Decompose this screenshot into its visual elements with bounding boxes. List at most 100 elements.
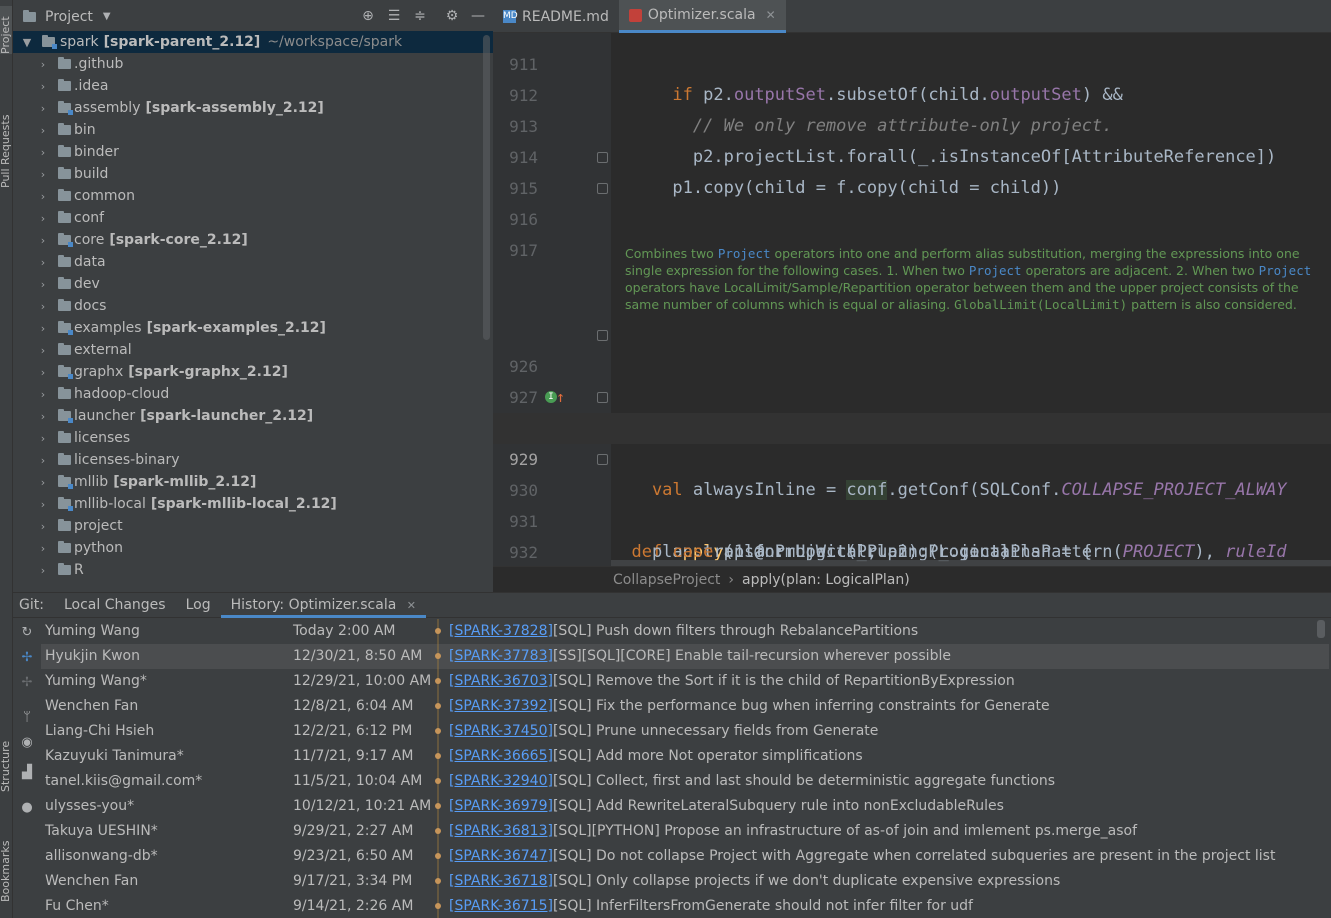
chevron-right-icon[interactable]: › (38, 344, 48, 357)
branch-icon[interactable]: ᛘ (19, 710, 35, 726)
tab-history[interactable]: History: Optimizer.scala ✕ (220, 593, 426, 618)
layout-icon[interactable]: ▟ (19, 765, 35, 781)
compare-icon[interactable]: ✢ (19, 675, 35, 691)
fold-marker-icon[interactable] (597, 152, 608, 163)
chevron-right-icon[interactable]: › (38, 212, 48, 225)
issue-link[interactable]: [SPARK-36718] (449, 873, 553, 889)
chevron-right-icon[interactable]: › (38, 300, 48, 313)
history-row[interactable]: Yuming Wang Today 2:00 AM [SPARK-37828][SQ… (41, 619, 1329, 644)
project-tool-tab[interactable]: Project (0, 6, 12, 54)
locate-icon[interactable]: ⊕ (359, 7, 377, 25)
tree-item[interactable]: › common (13, 185, 493, 207)
close-icon[interactable]: ✕ (766, 8, 776, 22)
project-scrollbar[interactable] (483, 35, 490, 340)
tree-item[interactable]: › conf (13, 207, 493, 229)
tree-item[interactable]: › assembly [spark-assembly_2.12] (13, 97, 493, 119)
tree-item[interactable]: › project (13, 515, 493, 537)
chevron-right-icon[interactable]: › (38, 80, 48, 93)
tab-readme[interactable]: MD README.md (493, 0, 619, 33)
tree-item[interactable]: › .github (13, 53, 493, 75)
chevron-down-icon[interactable]: ▼ (22, 36, 32, 49)
tree-item[interactable]: › mllib-local [spark-mllib-local_2.12] (13, 493, 493, 515)
history-row[interactable]: tanel.kiis@gmail.com* 11/5/21, 10:04 AM [S… (41, 769, 1329, 794)
tree-item[interactable]: › external (13, 339, 493, 361)
chevron-right-icon[interactable]: › (38, 190, 48, 203)
tree-item[interactable]: › docs (13, 295, 493, 317)
chevron-right-icon[interactable]: › (38, 278, 48, 291)
issue-link[interactable]: [SPARK-36813] (449, 823, 553, 839)
issue-link[interactable]: [SPARK-37828] (449, 623, 553, 639)
tree-item[interactable]: › graphx [spark-graphx_2.12] (13, 361, 493, 383)
chevron-right-icon[interactable]: › (38, 388, 48, 401)
history-row[interactable]: allisonwang-db* 9/23/21, 6:50 AM [SPARK-36… (41, 844, 1329, 869)
fold-marker-icon[interactable] (597, 392, 608, 403)
chevron-right-icon[interactable]: › (38, 366, 48, 379)
tree-item[interactable]: › mllib [spark-mllib_2.12] (13, 471, 493, 493)
history-row[interactable]: Takuya UESHIN* 9/29/21, 2:27 AM [SPARK-368… (41, 819, 1329, 844)
chevron-right-icon[interactable]: › (38, 146, 48, 159)
issue-link[interactable]: [SPARK-37450] (449, 723, 553, 739)
tree-item[interactable]: › data (13, 251, 493, 273)
issue-link[interactable]: [SPARK-36665] (449, 748, 553, 764)
breadcrumb-item[interactable]: CollapseProject (613, 572, 720, 588)
chevron-right-icon[interactable]: › (38, 234, 48, 247)
chevron-right-icon[interactable]: › (38, 322, 48, 335)
tree-item[interactable]: › dev (13, 273, 493, 295)
tree-item[interactable]: › build (13, 163, 493, 185)
structure-tool-tab[interactable]: Structure (0, 730, 12, 792)
tree-item[interactable]: › licenses-binary (13, 449, 493, 471)
tree-item[interactable]: › .idea (13, 75, 493, 97)
bookmarks-tool-tab[interactable]: Bookmarks (0, 832, 12, 902)
tree-item[interactable]: › core [spark-core_2.12] (13, 229, 493, 251)
issue-link[interactable]: [SPARK-37392] (449, 698, 553, 714)
tree-item[interactable]: › bin (13, 119, 493, 141)
chevron-right-icon[interactable]: › (38, 168, 48, 181)
chevron-down-icon[interactable]: ▼ (103, 11, 111, 22)
project-view-selector[interactable]: Project (45, 9, 93, 25)
issue-link[interactable]: [SPARK-32940] (449, 773, 553, 789)
issue-link[interactable]: [SPARK-36715] (449, 898, 553, 914)
tree-item[interactable]: › python (13, 537, 493, 559)
tree-item[interactable]: › hadoop-cloud (13, 383, 493, 405)
chevron-right-icon[interactable]: › (38, 58, 48, 71)
chevron-right-icon[interactable]: › (38, 410, 48, 423)
issue-link[interactable]: [SPARK-36979] (449, 798, 553, 814)
fold-marker-icon[interactable] (597, 183, 608, 194)
history-row[interactable]: ulysses-you* 10/12/21, 10:21 AM [SPARK-369… (41, 794, 1329, 819)
tree-item[interactable]: › R (13, 559, 493, 581)
chevron-right-icon[interactable]: › (38, 542, 48, 555)
chevron-right-icon[interactable]: › (38, 124, 48, 137)
github-icon[interactable]: ● (19, 800, 35, 816)
tree-item[interactable]: › examples [spark-examples_2.12] (13, 317, 493, 339)
pull-requests-tool-tab[interactable]: Pull Requests (0, 92, 12, 188)
tree-item[interactable]: › licenses (13, 427, 493, 449)
tab-optimizer-scala[interactable]: Optimizer.scala ✕ (618, 0, 786, 33)
chevron-right-icon[interactable]: › (38, 432, 48, 445)
fold-marker-icon[interactable] (597, 454, 608, 465)
issue-link[interactable]: [SPARK-37783] (449, 648, 553, 664)
collapse-all-icon[interactable]: ≑ (411, 7, 429, 25)
fold-marker-icon[interactable] (597, 330, 608, 341)
chevron-right-icon[interactable]: › (38, 476, 48, 489)
chevron-right-icon[interactable]: › (38, 102, 48, 115)
issue-link[interactable]: [SPARK-36703] (449, 673, 553, 689)
history-row[interactable]: Fu Chen* 9/14/21, 2:26 AM [SPARK-36715][SQ… (41, 894, 1329, 918)
history-row[interactable]: Wenchen Fan 9/17/21, 3:34 PM [SPARK-36718]… (41, 869, 1329, 894)
chevron-right-icon[interactable]: › (38, 498, 48, 511)
tree-root-spark[interactable]: ▼ spark [spark-parent_2.12] ~/workspace/… (13, 31, 493, 53)
history-row[interactable]: Hyukjin Kwon 12/30/21, 8:50 AM [SPARK-3778… (41, 644, 1329, 669)
history-row[interactable]: Wenchen Fan 12/8/21, 6:04 AM [SPARK-37392]… (41, 694, 1329, 719)
history-scrollbar[interactable] (1317, 620, 1325, 638)
tree-item[interactable]: › binder (13, 141, 493, 163)
tab-log[interactable]: Log (176, 593, 221, 618)
tree-item[interactable]: › launcher [spark-launcher_2.12] (13, 405, 493, 427)
gear-icon[interactable]: ⚙ (443, 7, 461, 25)
hide-icon[interactable]: — (469, 7, 487, 25)
close-icon[interactable]: ✕ (407, 599, 416, 612)
tab-local-changes[interactable]: Local Changes (54, 593, 176, 618)
cherry-pick-icon[interactable]: ✢ (19, 650, 35, 666)
arrow-up-icon[interactable]: ↑ (556, 382, 565, 413)
chevron-right-icon[interactable]: › (38, 454, 48, 467)
code-editor[interactable]: 911 if p2.outputSet.subsetOf(child.outpu… (493, 33, 1331, 566)
eye-icon[interactable]: ◉ (19, 735, 35, 751)
